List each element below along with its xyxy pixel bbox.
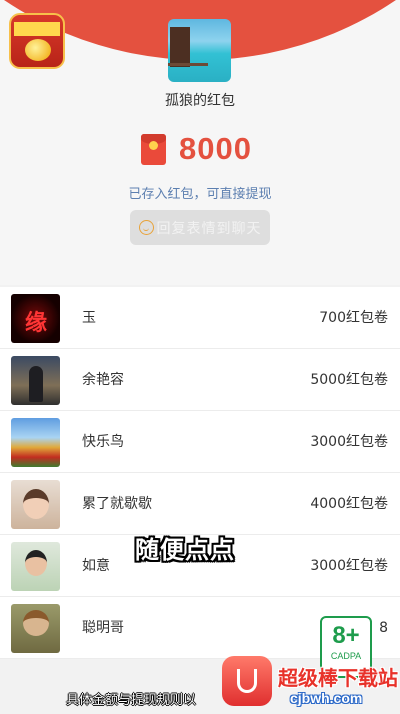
red-calligraphy-avatar: 缘: [11, 294, 60, 343]
reply-button-label: 回复表情到聊天: [156, 220, 262, 237]
sender-name: 孤狼的红包: [165, 93, 235, 109]
receiver-name: 累了就歇歇: [82, 496, 152, 512]
receiver-amount: 3000红包卷: [310, 434, 388, 450]
receiver-amount: 4000红包卷: [310, 496, 388, 512]
woman-portrait-avatar: [11, 480, 60, 529]
red-packet-header: 孤狼的红包 8000 已存入红包，可直接提现 回复表情到聊天: [0, 0, 400, 285]
download-logo-icon: [222, 656, 272, 706]
receiver-amount: 8: [379, 620, 388, 636]
receiver-list: 缘 玉 700红包卷 余艳容 5000红包卷 快乐鸟 3000红包卷 累了就歇歇…: [0, 287, 400, 659]
video-caption: 随便点点: [135, 536, 235, 564]
rules-caption: 具体金额与提现规则以: [66, 693, 197, 708]
receiver-amount: 3000红包卷: [310, 558, 388, 574]
list-item[interactable]: 累了就歇歇 4000红包卷: [0, 473, 400, 535]
receiver-amount: 5000红包卷: [310, 372, 388, 388]
packet-amount: 8000: [179, 131, 252, 166]
receiver-amount: 700红包卷: [319, 310, 388, 326]
receiver-name: 余艳容: [82, 372, 124, 388]
receiver-name: 玉: [82, 310, 96, 326]
age-rating: 8+: [332, 622, 360, 649]
amount-row: 8000: [141, 130, 252, 168]
receiver-name: 如意: [82, 558, 110, 574]
reply-sticker-button[interactable]: 回复表情到聊天: [130, 210, 270, 245]
list-item[interactable]: 快乐鸟 3000红包卷: [0, 411, 400, 473]
saved-status-link[interactable]: 已存入红包，可直接提现: [0, 183, 400, 202]
receiver-name: 聪明哥: [82, 620, 124, 636]
child-portrait-avatar: [11, 542, 60, 591]
flower-field-avatar: [11, 418, 60, 467]
watermark-url: cjbwh.com: [290, 690, 363, 706]
smile-icon: [138, 220, 154, 235]
red-packet-app-icon[interactable]: [9, 13, 65, 69]
list-item[interactable]: 余艳容 5000红包卷: [0, 349, 400, 411]
watermark-title: 超级棒下载站: [278, 666, 398, 690]
person-night-avatar: [11, 356, 60, 405]
list-item[interactable]: 缘 玉 700红包卷: [0, 287, 400, 349]
red-envelope-icon: [141, 133, 166, 165]
age-rating-org: CADPA: [330, 651, 362, 661]
sender-avatar[interactable]: [168, 19, 231, 82]
receiver-name: 快乐鸟: [82, 434, 124, 450]
cartoon-boy-avatar: [11, 604, 60, 653]
